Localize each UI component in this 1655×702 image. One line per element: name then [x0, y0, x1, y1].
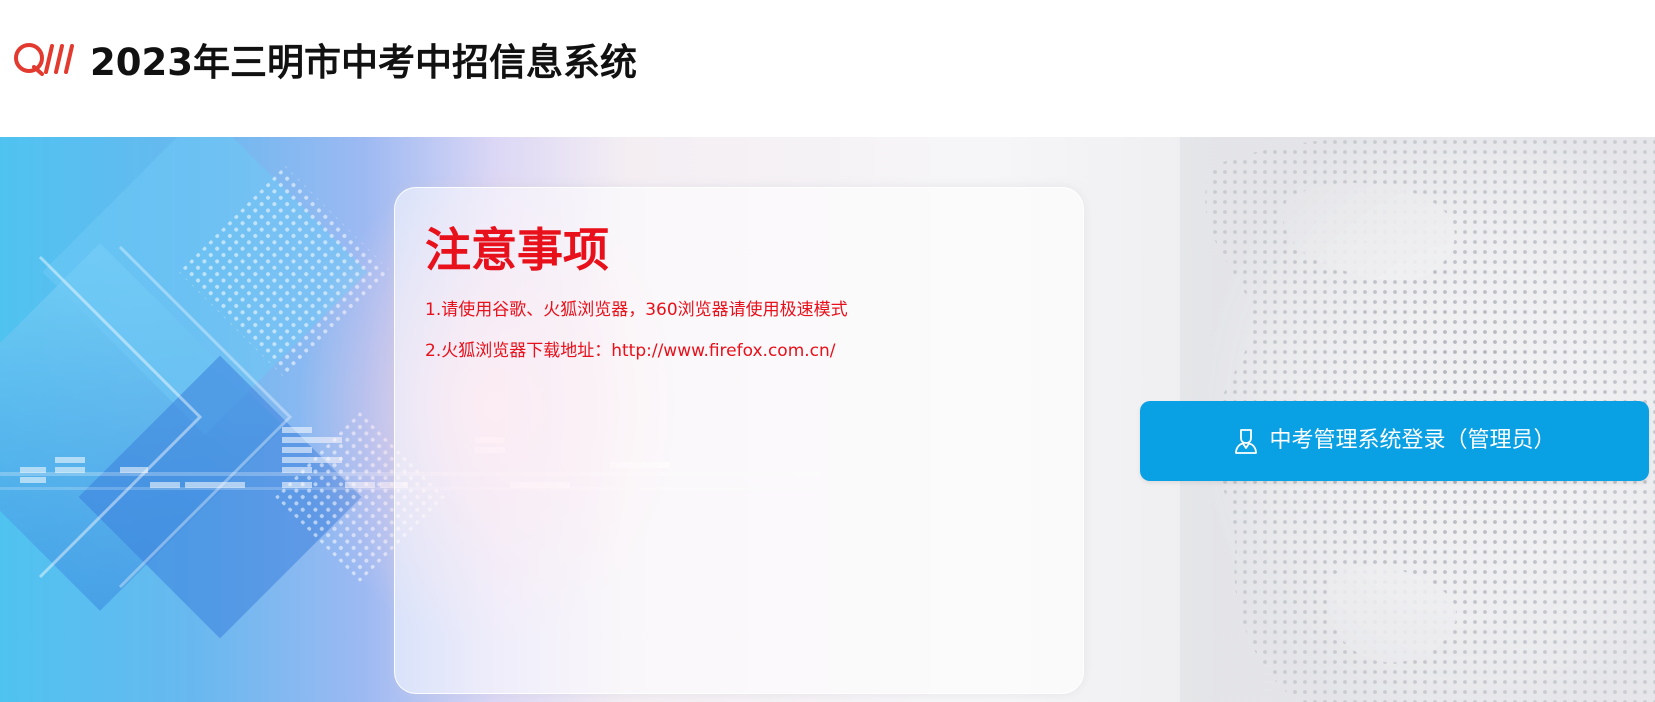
admin-login-label: 中考管理系统登录（管理员）: [1269, 428, 1556, 453]
header: 2023年三明市中考中招信息系统: [0, 0, 1655, 137]
notice-card: 注意事项 1.请使用谷歌、火狐浏览器，360浏览器请使用极速模式 2.火狐浏览器…: [394, 187, 1084, 694]
admin-login-button[interactable]: 中考管理系统登录（管理员）: [1140, 401, 1649, 481]
user-icon: [1235, 429, 1258, 454]
page-title: 2023年三明市中考中招信息系统: [90, 41, 637, 84]
banner: 注意事项 1.请使用谷歌、火狐浏览器，360浏览器请使用极速模式 2.火狐浏览器…: [0, 137, 1655, 702]
notice-item-browser: 1.请使用谷歌、火狐浏览器，360浏览器请使用极速模式: [425, 300, 848, 320]
notice-title: 注意事项: [425, 223, 609, 277]
notice-item-firefox-download[interactable]: 2.火狐浏览器下载地址：http://www.firefox.com.cn/: [425, 339, 836, 363]
qm-logo-icon: [14, 43, 74, 76]
